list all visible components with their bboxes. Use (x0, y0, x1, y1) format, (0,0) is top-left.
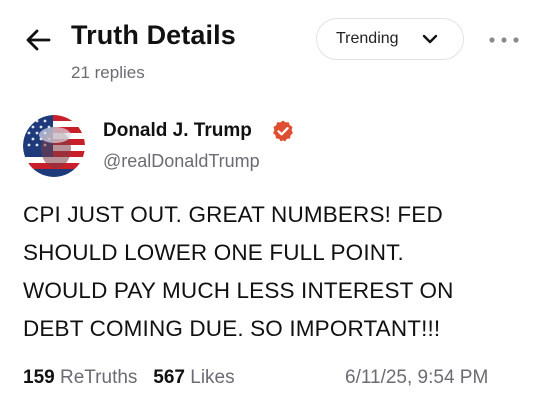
sort-dropdown-label: Trending (336, 30, 399, 47)
post-body-line: DEBT COMING DUE. SO IMPORTANT!!! (23, 316, 441, 341)
arrow-left-icon (26, 29, 51, 51)
back-button[interactable] (22, 24, 54, 56)
likes-label: Likes (190, 367, 235, 388)
avatar[interactable] (23, 115, 85, 177)
post-body-line: SHOULD LOWER ONE FULL POINT. (23, 240, 404, 265)
retruths-label: ReTruths (59, 367, 138, 388)
page-title: Truth Details (71, 20, 236, 50)
more-horizontal-icon (489, 37, 519, 43)
chevron-down-icon (422, 34, 438, 44)
likes-count: 567 (153, 367, 185, 388)
sort-dropdown[interactable]: Trending (316, 18, 464, 60)
retruths-count: 159 (23, 367, 55, 388)
reply-count: 21 replies (71, 63, 145, 82)
post-stats: 159 ReTruths 567 Likes (23, 367, 235, 389)
avatar-image (23, 115, 85, 177)
more-options-button[interactable] (484, 28, 524, 52)
retruths-stat[interactable]: 159 ReTruths (23, 367, 137, 389)
post-body-line: WOULD PAY MUCH LESS INTEREST ON (23, 278, 454, 303)
author-handle[interactable]: @realDonaldTrump (103, 151, 260, 172)
author-name[interactable]: Donald J. Trump (103, 120, 252, 142)
verified-badge-icon (273, 120, 293, 142)
page-header: Truth Details 21 replies Trending (0, 0, 550, 92)
post-body: CPI JUST OUT. GREAT NUMBERS! FED SHOULD … (23, 196, 538, 348)
post-timestamp: 6/11/25, 9:54 PM (345, 367, 489, 388)
likes-stat[interactable]: 567 Likes (153, 367, 234, 389)
post-body-line: CPI JUST OUT. GREAT NUMBERS! FED (23, 202, 443, 227)
